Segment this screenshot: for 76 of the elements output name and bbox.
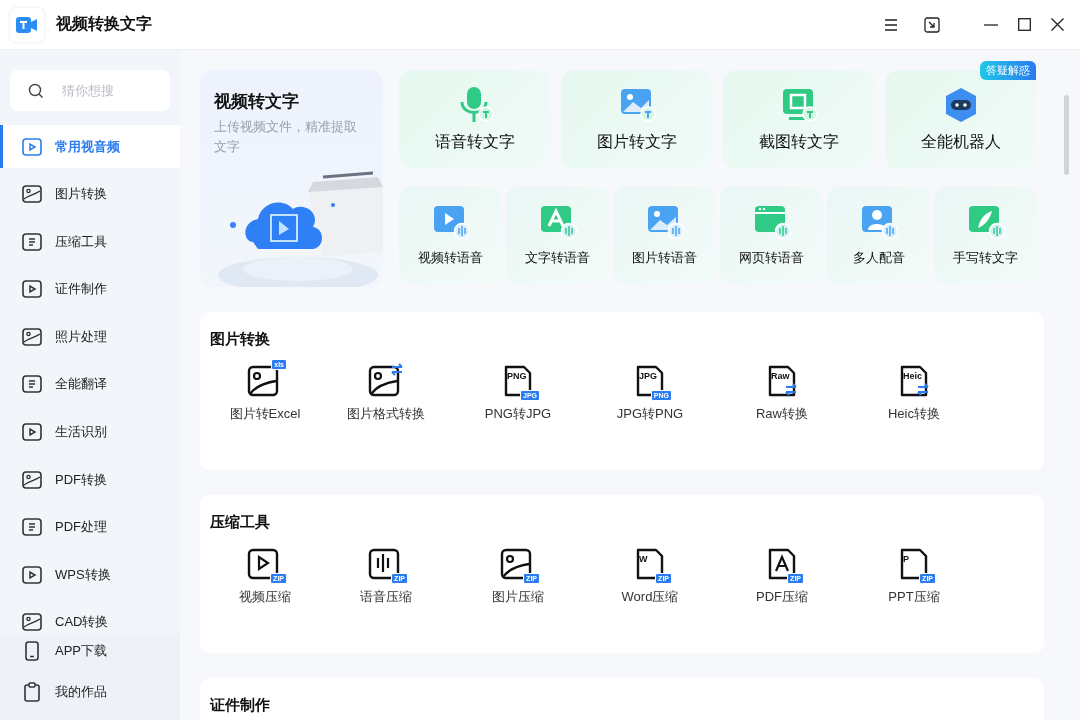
sidebar-item[interactable]: 图片转换 bbox=[0, 172, 180, 216]
tool-card[interactable]: 手写转文字 bbox=[934, 186, 1037, 285]
tool-label: 视频转语音 bbox=[418, 250, 483, 267]
feature-label: 图片转文字 bbox=[596, 132, 677, 152]
feature-card[interactable]: 图片转文字 bbox=[561, 70, 712, 169]
tool-label: 网页转语音 bbox=[739, 250, 804, 267]
category-icon bbox=[21, 516, 43, 539]
sidebar-item[interactable]: 证件制作 bbox=[0, 267, 180, 311]
tool-card[interactable]: 图片转语音 bbox=[613, 186, 716, 285]
tool-item[interactable]: 图片格式转换 bbox=[320, 361, 452, 423]
category-icon bbox=[21, 563, 43, 586]
tool-label: PNG转JPG bbox=[484, 405, 552, 423]
tool-label: JPG转PNG bbox=[616, 405, 684, 423]
sidebar-item[interactable]: 全能翻译 bbox=[0, 362, 180, 406]
sidebar-item[interactable]: 压缩工具 bbox=[0, 220, 180, 264]
section-title: 压缩工具 bbox=[210, 513, 270, 532]
hero-subtitle: 上传视频文件，精准提取文字 bbox=[214, 119, 358, 156]
minimize-icon[interactable] bbox=[984, 23, 998, 26]
tool-card[interactable]: 网页转语音 bbox=[720, 186, 823, 285]
category-icon bbox=[21, 611, 43, 633]
tool-label: Heic转换 bbox=[888, 405, 940, 423]
maximize-icon[interactable] bbox=[1018, 18, 1031, 31]
scrollbar[interactable] bbox=[1064, 95, 1069, 175]
category-icon bbox=[21, 325, 43, 348]
tool-label: 视频压缩 bbox=[239, 588, 291, 606]
sidebar-item[interactable]: 照片处理 bbox=[0, 315, 180, 359]
tool-label: PDF压缩 bbox=[756, 588, 808, 606]
tool-label: 图片转Excel bbox=[229, 405, 301, 423]
category-icon bbox=[21, 135, 43, 158]
search-icon bbox=[28, 82, 44, 99]
hero-title: 视频转文字 bbox=[214, 91, 300, 113]
tool-label: 手写转文字 bbox=[953, 250, 1018, 267]
sidebar-item[interactable]: PDF转换 bbox=[0, 458, 180, 502]
search-bar[interactable]: 猜你想搜 bbox=[10, 70, 170, 111]
tool-item[interactable]: Raw Raw转换 bbox=[716, 361, 848, 423]
tool-label: Raw转换 bbox=[756, 405, 808, 423]
category-icon bbox=[21, 278, 43, 301]
feature-label: 全能机器人 bbox=[920, 132, 1001, 152]
sidebar-item[interactable]: WPS转换 bbox=[0, 553, 180, 597]
tool-label: 图片转语音 bbox=[632, 250, 697, 267]
sidebar-item[interactable]: 我的作品 bbox=[0, 674, 180, 710]
clipboard-icon bbox=[21, 681, 43, 703]
category-icon bbox=[21, 230, 43, 253]
search-field[interactable]: 猜你想搜 bbox=[62, 70, 170, 111]
feature-label: 语音转文字 bbox=[434, 132, 515, 152]
tool-label: 语音压缩 bbox=[360, 588, 412, 606]
category-icon bbox=[21, 468, 43, 491]
sidebar-item[interactable]: 生活识别 bbox=[0, 410, 180, 454]
tool-label: 图片压缩 bbox=[492, 588, 544, 606]
feature-card[interactable]: 语音转文字 bbox=[399, 70, 550, 169]
hero-card[interactable]: 视频转文字 上传视频文件，精准提取文字 bbox=[200, 70, 383, 287]
tool-label: 多人配音 bbox=[852, 250, 905, 267]
tool-card[interactable]: 多人配音 bbox=[827, 186, 930, 285]
app-title: 视频转换文字 bbox=[56, 14, 152, 34]
feature-label: 截图转文字 bbox=[758, 132, 839, 152]
close-icon[interactable] bbox=[1051, 18, 1064, 31]
tool-label: 图片格式转换 bbox=[347, 405, 425, 423]
section-title: 图片转换 bbox=[210, 330, 270, 349]
window-icon[interactable] bbox=[924, 16, 940, 33]
category-icon bbox=[21, 373, 43, 396]
tool-label: 文字转语音 bbox=[525, 250, 590, 267]
sidebar-item[interactable]: APP下载 bbox=[0, 633, 180, 669]
feature-card[interactable]: 截图转文字 bbox=[723, 70, 874, 169]
menu-icon[interactable] bbox=[884, 18, 898, 31]
tool-label: PPT压缩 bbox=[888, 588, 940, 606]
badge: 答疑解惑 bbox=[980, 61, 1036, 80]
tool-label: Word压缩 bbox=[621, 588, 679, 606]
category-icon bbox=[21, 421, 43, 444]
tool-card[interactable]: 文字转语音 bbox=[506, 186, 609, 285]
category-icon bbox=[21, 183, 43, 206]
section-title: 证件制作 bbox=[210, 696, 270, 715]
sidebar-item[interactable]: 常用视音频 bbox=[0, 125, 180, 168]
sidebar-item[interactable]: PDF处理 bbox=[0, 505, 180, 549]
tool-card[interactable]: 视频转语音 bbox=[399, 186, 502, 285]
tool-item[interactable]: Heic Heic转换 bbox=[848, 361, 980, 423]
sidebar-item[interactable]: CAD转换 bbox=[0, 600, 180, 633]
